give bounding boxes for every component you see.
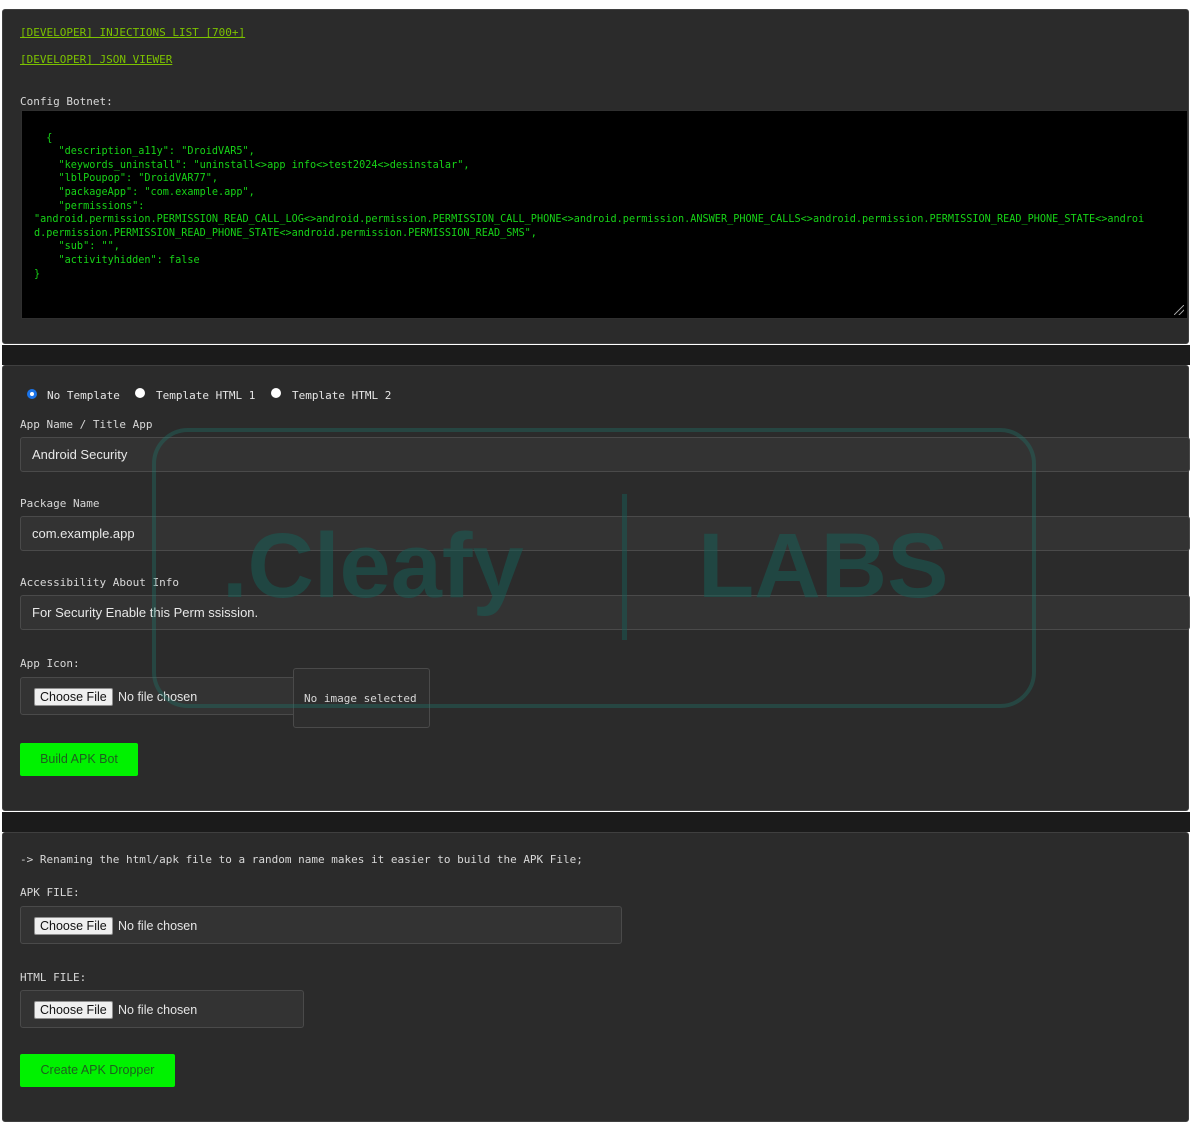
package-name-input[interactable]: com.example.app — [20, 516, 1190, 551]
apk-no-file-text: No file chosen — [118, 919, 198, 933]
build-apk-bot-button[interactable]: Build APK Bot — [20, 743, 138, 776]
choose-file-button[interactable]: Choose File — [34, 688, 113, 706]
create-apk-dropper-button[interactable]: Create APK Dropper — [20, 1054, 175, 1087]
apk-file-label: APK FILE: — [20, 886, 80, 899]
radio-template-html-2[interactable] — [271, 388, 281, 398]
config-json-textarea[interactable]: { "description_a11y": "DroidVAR5", "keyw… — [21, 110, 1188, 319]
radio-no-template[interactable] — [27, 389, 37, 399]
html-file-input[interactable]: Choose File No file chosen — [20, 990, 304, 1028]
config-botnet-label: Config Botnet: — [20, 95, 113, 108]
radio-no-template-label: No Template — [47, 389, 120, 402]
section-divider-2 — [2, 812, 1190, 832]
resize-handle-icon[interactable] — [1174, 305, 1184, 315]
apk-choose-file-button[interactable]: Choose File — [34, 917, 113, 935]
accessibility-info-input[interactable]: For Security Enable this Perm ssission. — [20, 595, 1190, 630]
radio-template-html-1-label: Template HTML 1 — [156, 389, 256, 402]
html-file-label: HTML FILE: — [20, 971, 87, 984]
radio-template-html-1[interactable] — [135, 388, 145, 398]
json-viewer-link[interactable]: [DEVELOPER] JSON VIEWER — [20, 53, 172, 66]
build-panel — [2, 365, 1189, 811]
no-file-chosen-text: No file chosen — [118, 690, 198, 704]
apk-file-input[interactable]: Choose File No file chosen — [20, 906, 622, 944]
accessibility-info-label: Accessibility About Info — [20, 576, 179, 589]
injections-list-link[interactable]: [DEVELOPER] INJECTIONS LIST [700+] — [20, 26, 245, 39]
html-no-file-text: No file chosen — [118, 1003, 198, 1017]
app-icon-label: App Icon: — [20, 657, 80, 670]
html-choose-file-button[interactable]: Choose File — [34, 1001, 113, 1019]
app-icon-file-input[interactable]: Choose File No file chosen — [20, 677, 296, 715]
config-json-text: { "description_a11y": "DroidVAR5", "keyw… — [34, 132, 1145, 280]
rename-note: -> Renaming the html/apk file to a rando… — [20, 853, 583, 866]
app-name-label: App Name / Title App — [20, 418, 153, 431]
icon-preview-text: No image selected — [304, 692, 417, 705]
package-name-label: Package Name — [20, 497, 100, 510]
app-name-input[interactable]: Android Security — [20, 437, 1190, 472]
radio-template-html-2-label: Template HTML 2 — [292, 389, 392, 402]
section-divider — [2, 345, 1190, 365]
icon-preview: No image selected — [293, 668, 430, 728]
dropper-panel — [2, 832, 1189, 1122]
